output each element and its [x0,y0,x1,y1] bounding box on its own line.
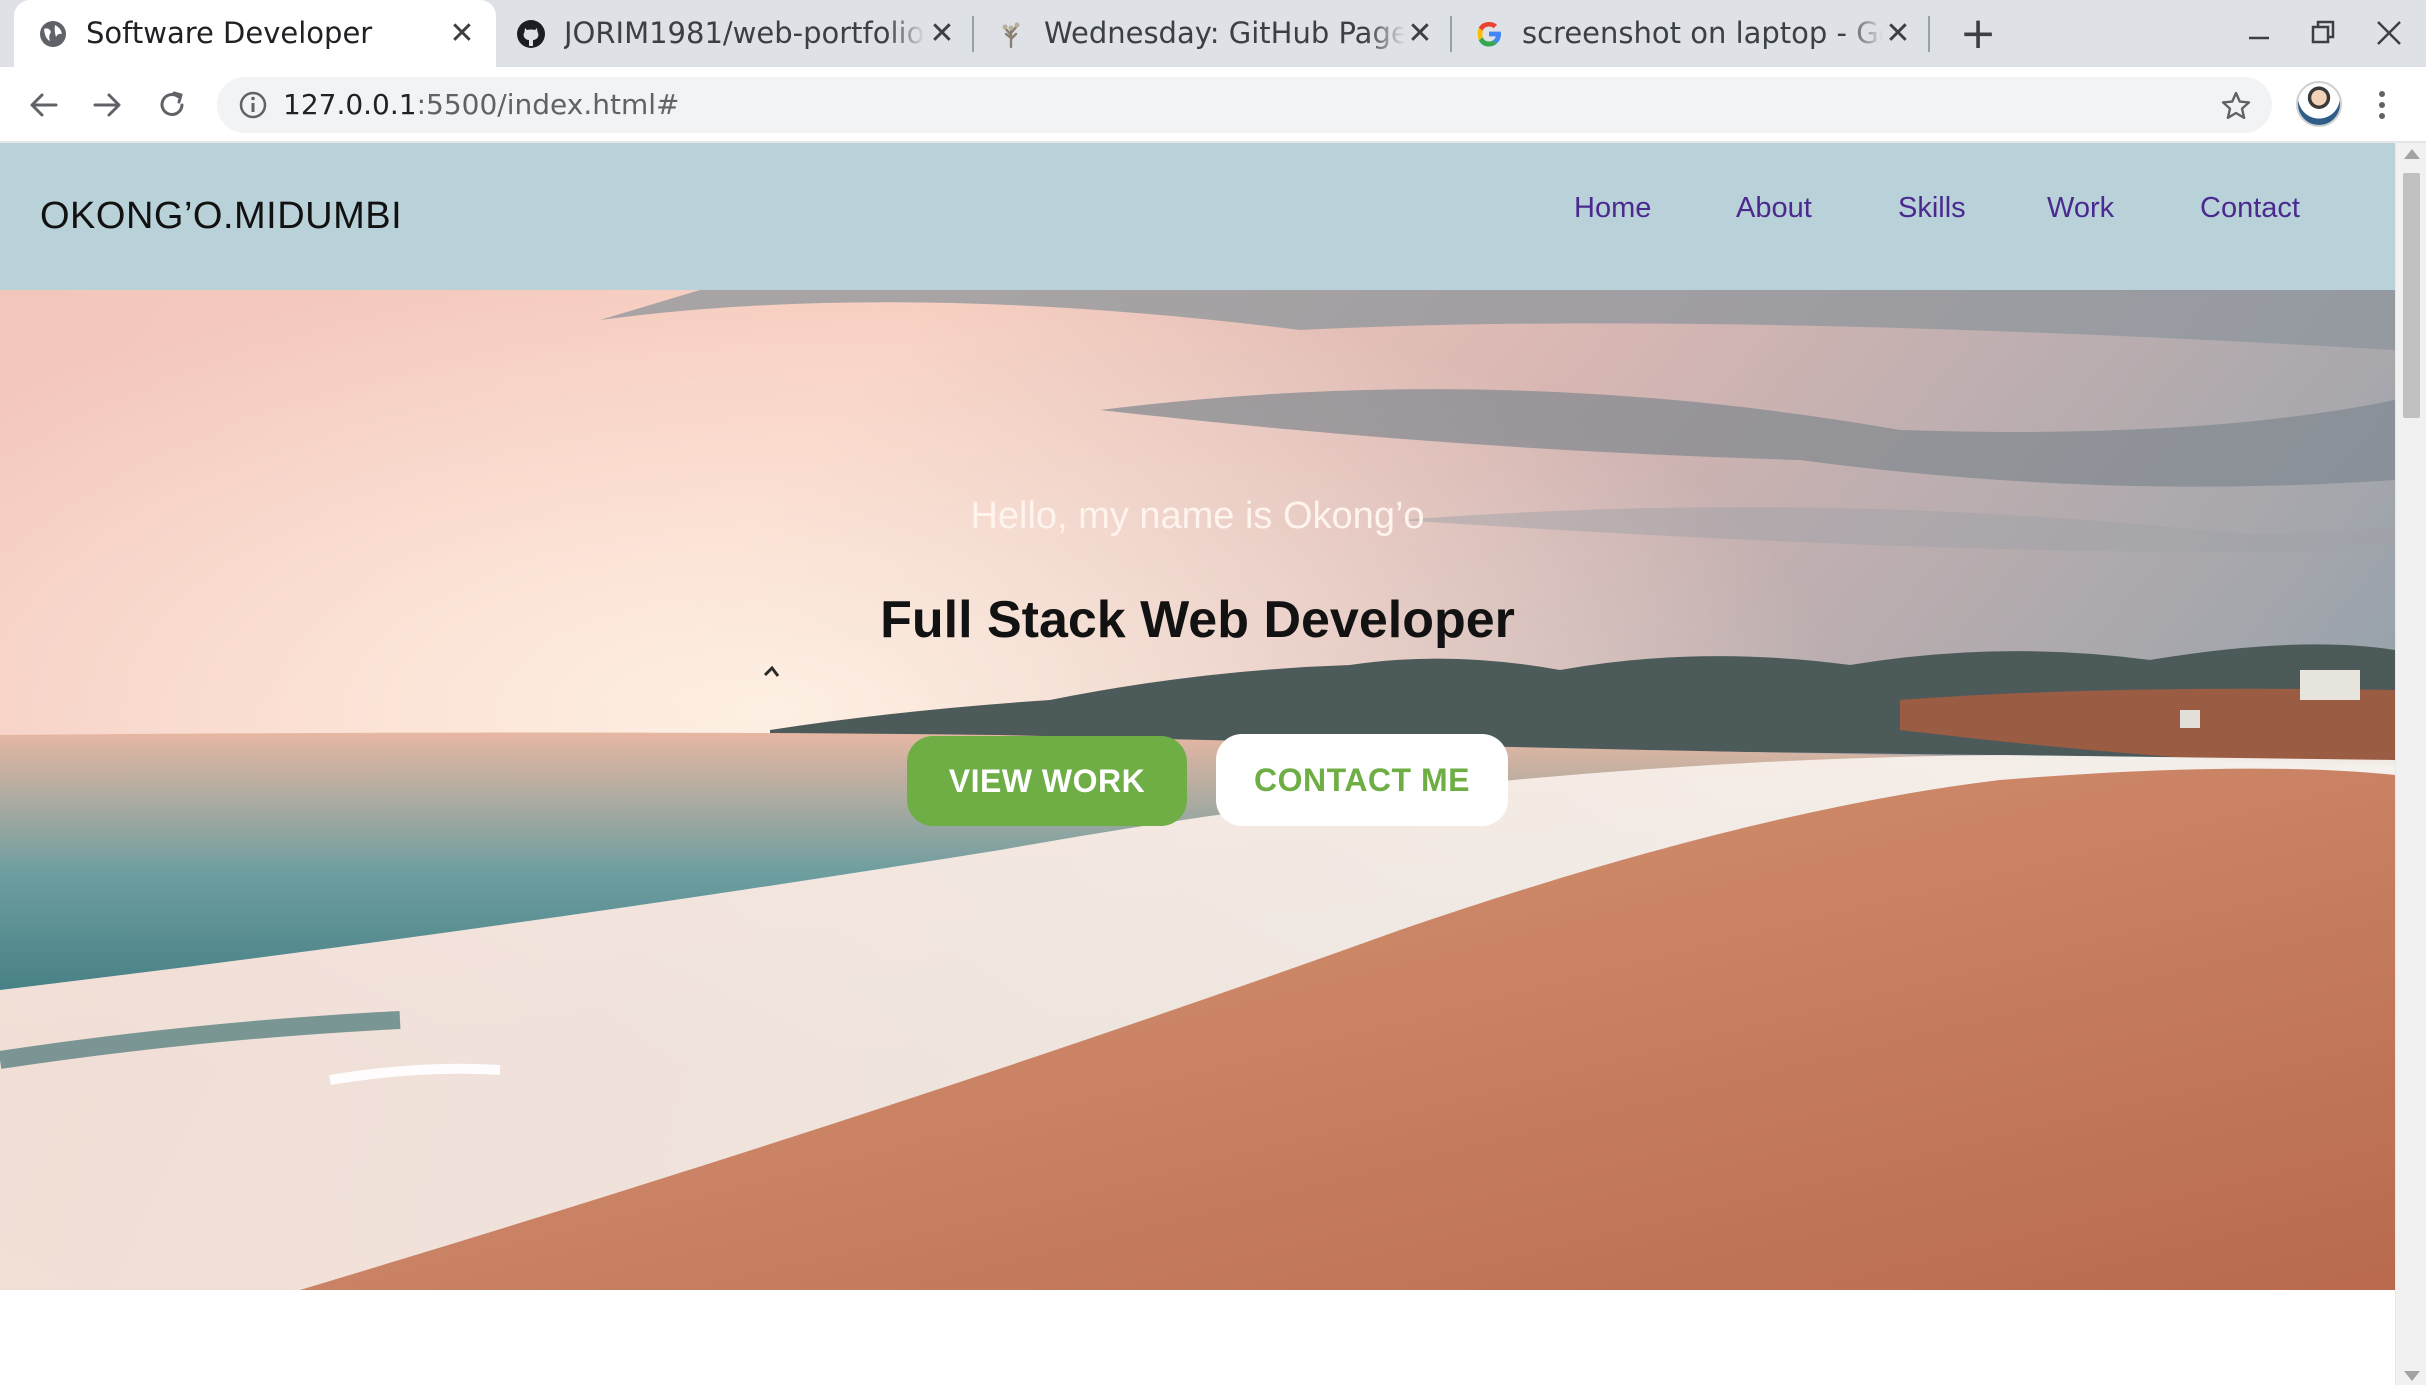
beach-sunset-image [0,290,2395,1290]
tab-github-pages[interactable]: Wednesday: GitHub Pages ✕ [976,0,1452,67]
browser-toolbar: 127.0.0.1:5500/index.html# [0,67,2426,143]
hero-role-title: Full Stack Web Developer [880,591,1515,649]
bookmark-star-icon[interactable] [2219,89,2253,123]
scroll-thumb[interactable] [2403,173,2420,418]
page-viewport: OKONG’O.MIDUMBI Home About Skills Work C… [0,143,2395,1385]
tab-title: JORIM1981/web-portfolio [564,16,924,50]
url-path: :5500/index.html# [416,88,680,121]
tree-icon [1002,22,1020,49]
tab-title: screenshot on laptop - Google [1522,16,1882,50]
nav-work[interactable]: Work [2047,143,2114,273]
new-tab-button[interactable]: + [1954,10,2002,58]
google-icon [1477,22,1501,47]
info-icon[interactable] [237,89,269,121]
close-tab-icon[interactable]: ✕ [926,18,958,50]
tab-strip: Software Developer ✕ JORIM1981/web-portf… [0,0,2426,67]
forward-icon[interactable] [85,83,129,127]
nav-contact[interactable]: Contact [2200,143,2300,273]
contact-me-button[interactable]: CONTACT ME [1216,734,1508,826]
tab-separator [972,16,974,52]
hero-greeting: Hello, my name is Okong’o [970,495,1425,537]
tab-title: Wednesday: GitHub Pages [1044,16,1404,50]
tab-title-fade [886,0,926,67]
github-icon [517,20,545,48]
tab-title: Software Developer [86,16,373,50]
tab-github-repo[interactable]: JORIM1981/web-portfolio ✕ [496,0,974,67]
close-tab-icon[interactable]: ✕ [1404,18,1436,50]
nav-skills[interactable]: Skills [1898,143,1966,273]
view-work-button[interactable]: VIEW WORK [907,736,1187,826]
nav-home[interactable]: Home [1574,143,1651,273]
nav-about[interactable]: About [1736,143,1812,273]
scroll-up-arrow-icon[interactable] [2404,149,2420,159]
url-text[interactable]: 127.0.0.1:5500/index.html# [283,77,679,133]
site-brand[interactable]: OKONG’O.MIDUMBI [40,143,402,290]
address-bar[interactable]: 127.0.0.1:5500/index.html# [217,77,2272,133]
scroll-down-arrow-icon[interactable] [2404,1371,2420,1381]
close-tab-icon[interactable]: ✕ [1882,18,1914,50]
profile-avatar[interactable] [2296,81,2342,127]
more-menu-icon[interactable] [2372,83,2392,127]
tab-separator [1450,16,1452,52]
tab-software-developer[interactable]: Software Developer ✕ [14,0,496,67]
restore-icon[interactable] [2299,8,2349,58]
page-scrollbar[interactable] [2395,143,2426,1385]
tab-separator [1928,16,1930,52]
tab-google-search[interactable]: screenshot on laptop - Google ✕ [1454,0,1932,67]
back-icon[interactable] [22,83,66,127]
close-window-icon[interactable] [2364,8,2414,58]
hero-section: Hello, my name is Okong’o Full Stack Web… [0,290,2395,1290]
reload-icon[interactable] [150,83,194,127]
tab-title-fade [1366,0,1406,67]
close-tab-icon[interactable]: ✕ [446,18,478,50]
url-host: 127.0.0.1 [283,88,417,121]
globe-icon [40,21,66,47]
tab-title-fade [1844,0,1884,67]
minimize-icon[interactable] [2234,8,2284,58]
site-header: OKONG’O.MIDUMBI Home About Skills Work C… [0,143,2395,290]
